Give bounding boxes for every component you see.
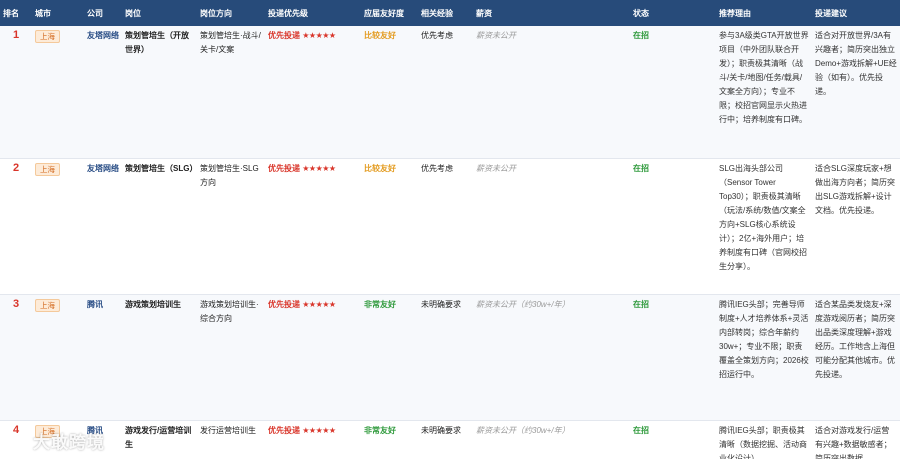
reason-cell: 腾讯IEG头部；完善导师制度+人才培养体系+灵活内部转岗；综合年薪约30w+；专…	[716, 294, 812, 421]
header-rank[interactable]: 排名	[0, 0, 32, 26]
table-row[interactable]: 1 上海 友塔网络 策划管培生（开放世界） 策划管培生·战斗/关卡/文案 优先投…	[0, 26, 900, 159]
header-company[interactable]: 公司	[84, 0, 122, 26]
city-tag: 上海	[35, 298, 60, 312]
rank-cell: 3	[0, 294, 32, 421]
table-row[interactable]: 2 上海 友塔网络 策划管培生（SLG） 策划管培生·SLG方向 优先投递 ★★…	[0, 158, 900, 295]
header-direction[interactable]: 岗位方向	[197, 0, 265, 26]
status-cell: 在招	[630, 294, 716, 421]
watermark-text: 大敢跨境	[33, 433, 105, 452]
status-cell: 在招	[630, 158, 716, 295]
priority-label: 优先投递	[268, 299, 300, 309]
star-rating: ★★★★★	[302, 299, 336, 309]
header-friendliness[interactable]: 应届友好度	[361, 0, 418, 26]
company-cell: 友塔网络	[84, 158, 122, 295]
priority-cell: 优先投递 ★★★★★	[265, 26, 361, 159]
experience-cell: 优先考虑	[418, 158, 473, 295]
priority-label: 优先投递	[268, 31, 300, 40]
advice-cell: 适合某品类发烧友+深度游戏阅历者；简历突出品类深度理解+游戏经历。工作地含上海但…	[812, 294, 900, 421]
priority-cell: 优先投递 ★★★★★	[265, 294, 361, 421]
priority-cell: 优先投递 ★★★★★	[265, 420, 361, 459]
advice-cell: 适合对开放世界/3A有兴趣者；简历突出独立Demo+游戏拆解+UE经验（如有）。…	[812, 26, 900, 159]
rank-cell: 2	[0, 158, 32, 295]
experience-cell: 优先考虑	[418, 26, 473, 159]
position-cell: 游戏发行/运营培训生	[122, 420, 197, 459]
priority-label: 优先投递	[268, 163, 300, 173]
reason-cell: SLG出海头部公司（Sensor Tower Top30）；职责极其清晰（玩法/…	[716, 158, 812, 295]
experience-cell: 未明确要求	[418, 420, 473, 459]
salary-cell: 薪资未公开	[473, 26, 630, 159]
header-salary[interactable]: 薪资	[473, 0, 630, 26]
header-experience[interactable]: 相关经验	[418, 0, 473, 26]
star-rating: ★★★★★	[302, 31, 336, 40]
city-tag: 上海	[35, 162, 60, 176]
rank-cell: 1	[0, 26, 32, 159]
salary-cell: 薪资未公开	[473, 158, 630, 295]
header-city[interactable]: 城市	[32, 0, 84, 26]
job-table: 排名 城市 公司 岗位 岗位方向 投递优先级 应届友好度 相关经验 薪资 状态 …	[0, 0, 900, 459]
city-tag: 上海	[35, 30, 60, 43]
position-cell: 策划管培生（SLG）	[122, 158, 197, 295]
advice-cell: 适合对游戏发行/运营有兴趣+数据敏感者；简历突出数据	[812, 420, 900, 459]
direction-cell: 策划管培生·SLG方向	[197, 158, 265, 295]
position-cell: 策划管培生（开放世界）	[122, 26, 197, 159]
company-cell: 腾讯	[84, 294, 122, 421]
status-cell: 在招	[630, 26, 716, 159]
job-ranking-page: 排名 城市 公司 岗位 岗位方向 投递优先级 应届友好度 相关经验 薪资 状态 …	[0, 0, 900, 459]
star-rating: ★★★★★	[302, 425, 336, 435]
header-status[interactable]: 状态	[630, 0, 716, 26]
city-cell: 上海	[32, 26, 84, 159]
direction-cell: 游戏策划培训生·综合方向	[197, 294, 265, 421]
header-reason[interactable]: 推荐理由	[716, 0, 812, 26]
advice-cell: 适合SLG深度玩家+想做出海方向者；简历突出SLG游戏拆解+设计文档。优先投递。	[812, 158, 900, 295]
header-priority[interactable]: 投递优先级	[265, 0, 361, 26]
status-cell: 在招	[630, 420, 716, 459]
position-cell: 游戏策划培训生	[122, 294, 197, 421]
table-row[interactable]: 4 上海 腾讯 游戏发行/运营培训生 发行运营培训生 优先投递 ★★★★★ 非常…	[0, 420, 900, 459]
direction-cell: 策划管培生·战斗/关卡/文案	[197, 26, 265, 159]
company-cell: 友塔网络	[84, 26, 122, 159]
direction-cell: 发行运营培训生	[197, 420, 265, 459]
reason-cell: 腾讯IEG头部；职责极其清晰（数据挖掘、活动商业化设计）	[716, 420, 812, 459]
city-cell: 上海	[32, 158, 84, 295]
salary-cell: 薪资未公开（约30w+/年）	[473, 294, 630, 421]
header-advice[interactable]: 投递建议	[812, 0, 900, 26]
friendliness-cell: 非常友好	[361, 420, 418, 459]
salary-cell: 薪资未公开（约30w+/年）	[473, 420, 630, 459]
header-position[interactable]: 岗位	[122, 0, 197, 26]
reason-cell: 参与3A级类GTA开放世界项目（中外团队联合开发）；职责极其清晰（战斗/关卡/地…	[716, 26, 812, 159]
star-rating: ★★★★★	[302, 163, 336, 173]
friendliness-cell: 比较友好	[361, 26, 418, 159]
watermark-logo: 大敢跨境	[8, 428, 105, 455]
table-header-row: 排名 城市 公司 岗位 岗位方向 投递优先级 应届友好度 相关经验 薪资 状态 …	[0, 0, 900, 26]
friendliness-cell: 非常友好	[361, 294, 418, 421]
chat-bubble-icon	[8, 434, 30, 455]
table-row[interactable]: 3 上海 腾讯 游戏策划培训生 游戏策划培训生·综合方向 优先投递 ★★★★★ …	[0, 294, 900, 421]
priority-cell: 优先投递 ★★★★★	[265, 158, 361, 295]
friendliness-cell: 比较友好	[361, 158, 418, 295]
experience-cell: 未明确要求	[418, 294, 473, 421]
city-cell: 上海	[32, 294, 84, 421]
priority-label: 优先投递	[268, 425, 300, 435]
